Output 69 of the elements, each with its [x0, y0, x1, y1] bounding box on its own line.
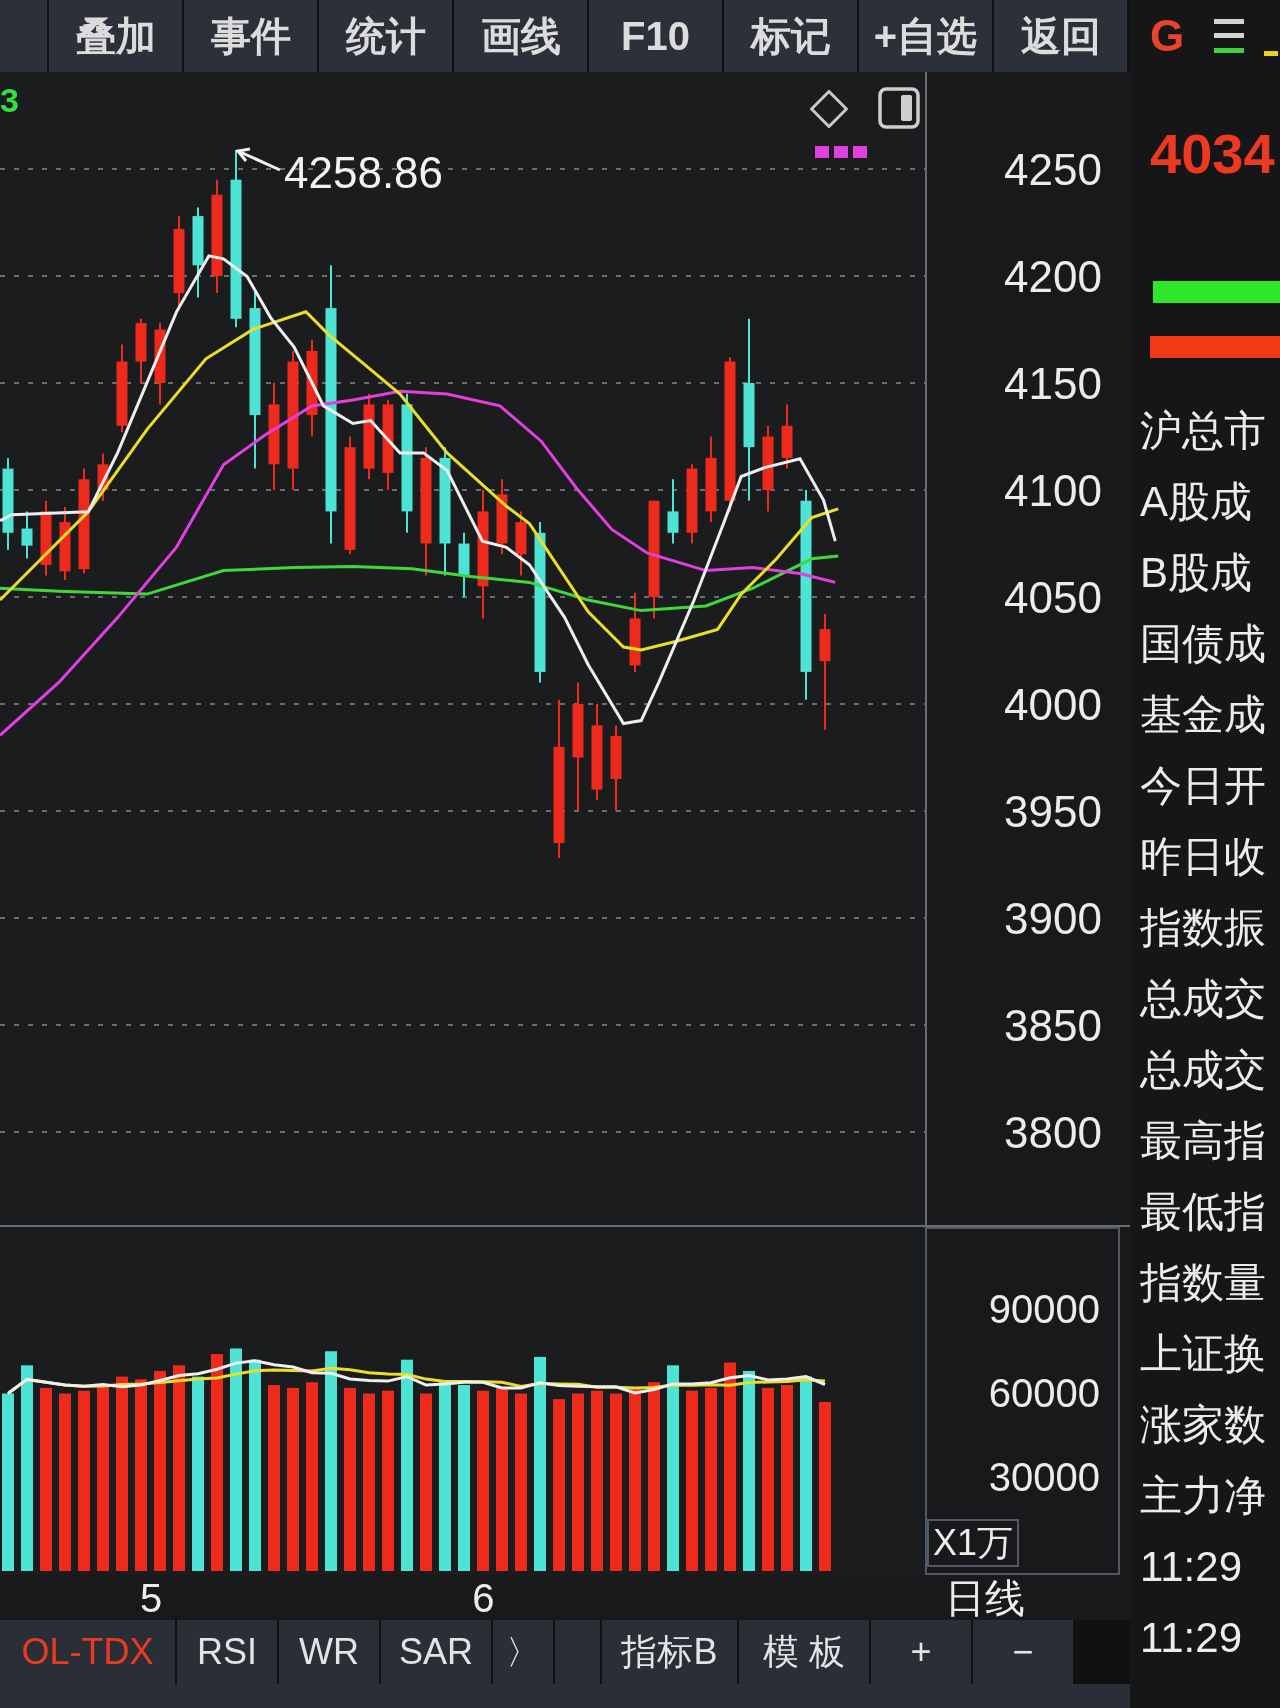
date-axis-label: 6	[472, 1575, 495, 1620]
toolbar-button[interactable]: 事件	[184, 0, 317, 72]
price-axis-label: 3850	[1004, 1000, 1102, 1051]
market-stat-label: 11:29	[1140, 1542, 1242, 1591]
next-button[interactable]: 〉	[493, 1620, 553, 1684]
candlestick	[667, 478, 679, 545]
market-stat-label: 11:29	[1140, 1613, 1242, 1662]
dash-icon	[1264, 50, 1279, 56]
toolbar-button[interactable]: 统计	[319, 0, 452, 72]
period-label: 日线	[945, 1575, 1025, 1620]
indicator-tab[interactable]: SAR	[381, 1620, 491, 1684]
toolbar-button[interactable]: 叠加	[49, 0, 182, 72]
market-stat-label: 总成交	[1140, 974, 1266, 1023]
indicator-tab[interactable]: WR	[279, 1620, 379, 1684]
market-stat-label: 基金成	[1140, 690, 1266, 739]
toolbar-button[interactable]: 返回	[994, 0, 1127, 72]
toolbar-button[interactable]: +	[871, 1620, 971, 1684]
market-stat-label: 今日开	[1140, 761, 1266, 810]
volume-axis-label: 60000	[988, 1370, 1100, 1416]
price-axis-label: 3800	[1004, 1107, 1102, 1158]
market-stat-label: 指数量	[1140, 1258, 1266, 1307]
index-price: 4034	[1150, 122, 1275, 185]
market-stat-label: 总成交	[1140, 1045, 1266, 1094]
high-price-label: 4258.86	[284, 148, 444, 198]
candlestick	[515, 510, 527, 577]
market-stat-label: 最高指	[1140, 1116, 1266, 1165]
market-stat-label: 国债成	[1140, 619, 1266, 668]
chart-label: 3	[0, 82, 19, 118]
candlestick	[458, 531, 470, 598]
menu-icon[interactable]	[1214, 19, 1245, 53]
high-marker-arrow	[235, 147, 281, 172]
toolbar-button[interactable]: −	[973, 1620, 1073, 1684]
price-axis-label: 4150	[1004, 358, 1102, 409]
market-stat-label: 指数振	[1140, 903, 1266, 952]
price-axis-label: 4050	[1004, 572, 1102, 623]
candlestick	[781, 403, 793, 470]
market-stat-label: B股成	[1140, 548, 1252, 597]
price-axis-label: 4000	[1004, 679, 1102, 730]
unit-label: X1万	[927, 1519, 1020, 1567]
toolbar-button[interactable]: 标记	[724, 0, 857, 72]
market-stat-label: 涨家数	[1140, 1400, 1266, 1449]
toolbar-button[interactable]: 模 板	[739, 1620, 869, 1684]
market-stat-label: 最低指	[1140, 1187, 1266, 1236]
market-stat-label: A股成	[1140, 477, 1252, 526]
market-stat-label: 沪总市	[1140, 406, 1266, 455]
candlestick	[135, 317, 147, 384]
date-axis-label: 5	[140, 1575, 163, 1620]
mode-button[interactable]: G	[1150, 12, 1185, 60]
toolbar-button[interactable]: F10	[589, 0, 722, 72]
split-square-icon[interactable]	[878, 87, 920, 129]
volume-axis-label: 90000	[988, 1286, 1100, 1332]
toolbar-button[interactable]: +自选	[859, 0, 992, 72]
market-stat-label: 主力净	[1140, 1471, 1266, 1520]
price-axis-label: 3900	[1004, 893, 1102, 944]
toolbar-button[interactable]: 指标B	[602, 1620, 737, 1684]
toolbar-button[interactable]: 画线	[454, 0, 587, 72]
empty-tab-slot	[555, 1620, 600, 1684]
price-axis-label: 4100	[1004, 465, 1102, 516]
diamond-icon[interactable]	[810, 90, 848, 128]
price-axis-label: 3950	[1004, 786, 1102, 837]
volume-axis-label: 30000	[988, 1454, 1100, 1500]
indicator-tab[interactable]: RSI	[177, 1620, 277, 1684]
price-axis-label: 4250	[1004, 144, 1102, 195]
market-stat-label: 昨日收	[1140, 832, 1266, 881]
price-axis-label: 4200	[1004, 251, 1102, 302]
dots-icon[interactable]	[815, 146, 867, 158]
market-stat-label: 上证换	[1140, 1329, 1266, 1378]
candlestick	[21, 510, 33, 560]
candlestick	[97, 452, 109, 502]
